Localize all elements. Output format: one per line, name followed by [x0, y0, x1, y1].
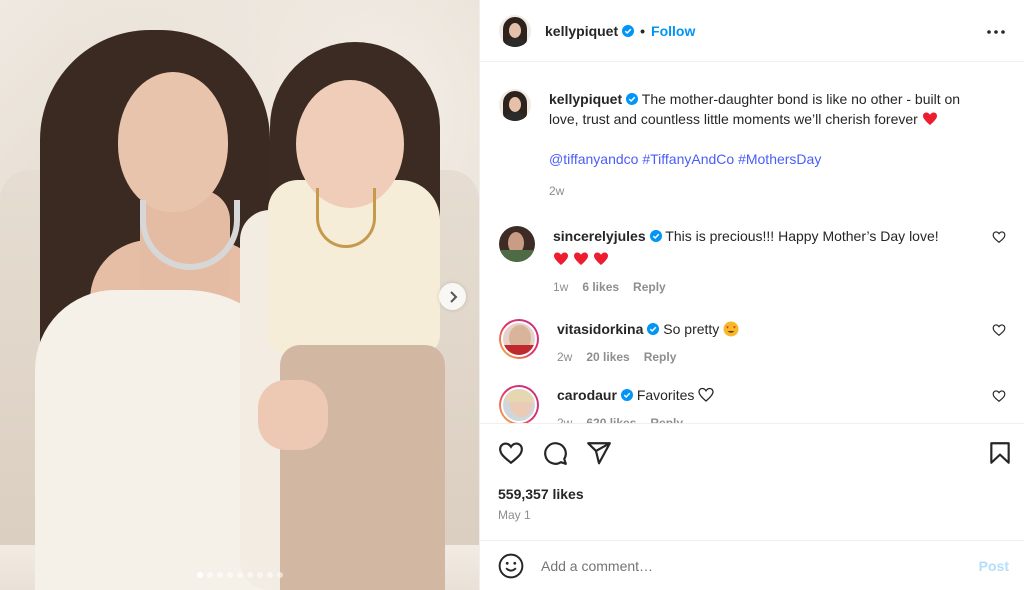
caption-tags[interactable]: @tiffanyandco #TiffanyAndCo #MothersDay	[549, 149, 976, 169]
comment-age: 2w	[557, 350, 573, 364]
comment-reply-button[interactable]: Reply	[650, 413, 683, 423]
caption-meta: 2w	[549, 181, 976, 201]
comment-item: vitasidorkina So pretty 2w 20 likes Repl…	[499, 319, 1006, 367]
share-icon[interactable]	[586, 440, 612, 466]
carousel-dot[interactable]	[266, 572, 273, 578]
post-actions-bar	[480, 423, 1024, 483]
comment-username[interactable]: sincerelyjules	[553, 228, 646, 244]
comment-input[interactable]	[541, 557, 979, 574]
carousel-dot[interactable]	[256, 572, 263, 578]
comment-age: 2w	[557, 416, 573, 423]
verified-icon	[622, 24, 635, 37]
verified-icon	[649, 230, 662, 242]
follow-button[interactable]: Follow	[651, 23, 695, 39]
comments-list[interactable]: kellypiquet The mother-daughter bond is …	[480, 63, 1024, 423]
carousel-dot[interactable]	[246, 572, 253, 578]
red-heart-emoji-icon	[573, 252, 588, 265]
carousel-next-button[interactable]	[439, 283, 466, 310]
verified-icon	[647, 323, 660, 335]
header-separator: •	[640, 22, 646, 39]
carousel-dot[interactable]	[206, 572, 213, 578]
heart-icon[interactable]	[992, 323, 1006, 337]
post-comment-button[interactable]: Post	[979, 558, 1009, 574]
comment-item: sincerelyjules This is precious!!! Happy…	[499, 226, 1006, 297]
comment-hearts	[553, 249, 976, 269]
red-heart-emoji-icon	[922, 112, 937, 125]
comment-likes[interactable]: 6 likes	[582, 277, 619, 297]
caption-username[interactable]: kellypiquet	[549, 91, 622, 107]
post-date: May 1	[498, 508, 531, 522]
likes-count[interactable]: 559,357 likes	[498, 486, 584, 502]
comment-username[interactable]: vitasidorkina	[557, 321, 643, 337]
comment-avatar[interactable]	[499, 319, 539, 359]
more-icon	[987, 30, 1005, 34]
comment-reply-button[interactable]: Reply	[633, 277, 666, 297]
comment-text: So pretty	[663, 321, 720, 337]
comment-likes[interactable]: 620 likes	[586, 413, 636, 423]
comment-text: This is precious!!! Happy Mother’s Day l…	[665, 228, 939, 244]
more-options-button[interactable]	[984, 20, 1008, 44]
bookmark-icon[interactable]	[987, 440, 1013, 466]
post-image[interactable]	[0, 0, 479, 590]
carousel-dot[interactable]	[216, 572, 223, 578]
caption: kellypiquet The mother-daughter bond is …	[499, 89, 1006, 201]
comment-text: Favorites	[636, 387, 695, 403]
white-heart-emoji-icon	[698, 387, 714, 402]
image-woman-face	[118, 72, 228, 212]
heart-icon[interactable]	[992, 389, 1006, 403]
post-details-panel: kellypiquet • Follow kellypiquet The mot…	[479, 0, 1024, 590]
comment-age: 1w	[553, 280, 569, 294]
comment-item: carodaur Favorites 2w 620 likes Reply	[499, 385, 1006, 423]
add-comment-bar: Post	[480, 540, 1024, 590]
carousel-dot[interactable]	[236, 572, 243, 578]
carousel-dot[interactable]	[226, 572, 233, 578]
caption-age: 2w	[549, 184, 565, 198]
author-username[interactable]: kellypiquet	[545, 23, 618, 39]
red-heart-emoji-icon	[593, 252, 608, 265]
red-heart-emoji-icon	[554, 252, 568, 265]
comment-avatar[interactable]	[499, 226, 535, 262]
comment-reply-button[interactable]: Reply	[644, 347, 677, 367]
next-arrow-icon	[449, 290, 457, 303]
heart-icon[interactable]	[498, 440, 524, 466]
image-hand	[258, 380, 328, 450]
comment-likes[interactable]: 20 likes	[586, 347, 629, 367]
comment-icon[interactable]	[542, 440, 568, 466]
verified-icon	[626, 93, 639, 105]
carousel-dot[interactable]	[276, 572, 283, 578]
verified-icon	[620, 389, 633, 401]
comment-meta: 2w 20 likes Reply	[557, 347, 976, 367]
caption-avatar[interactable]	[499, 89, 531, 121]
comment-avatar[interactable]	[499, 385, 539, 423]
emoji-icon[interactable]	[498, 553, 524, 579]
comment-meta: 1w 6 likes Reply	[553, 277, 976, 297]
carousel-dot[interactable]	[196, 572, 203, 578]
comment-username[interactable]: carodaur	[557, 387, 617, 403]
post-header: kellypiquet • Follow	[480, 0, 1024, 62]
image-girl-necklace	[316, 188, 376, 248]
carousel-dots	[0, 572, 479, 578]
author-avatar[interactable]	[499, 14, 531, 47]
comment-meta: 2w 620 likes Reply	[557, 413, 976, 423]
heart-icon[interactable]	[992, 230, 1006, 244]
heart-eyes-emoji-icon	[723, 321, 739, 337]
